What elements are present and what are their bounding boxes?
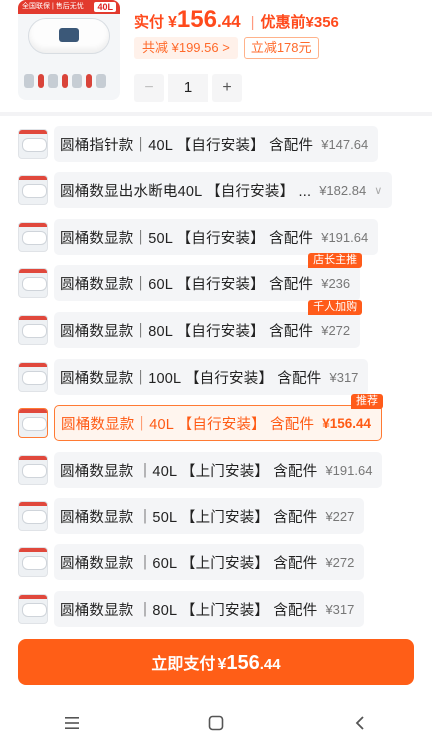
variant-name: 圆桶数显款｜100L 【自行安装】 含配件	[60, 370, 322, 387]
variant-option[interactable]: 圆桶数显款 ｜50L 【上门安装】 含配件 ¥227	[18, 498, 365, 534]
product-summary: 全国联保 | 售后无忧 40L 实付 ¥156.44 | 优惠前¥356 共减 ¥…	[0, 0, 432, 112]
home-square-icon[interactable]	[196, 703, 236, 743]
discount-row: 共减 ¥199.56 > 立减178元	[134, 37, 319, 59]
variant-thumbnail	[18, 268, 48, 298]
variant-option[interactable]: 圆桶数显款 ｜40L 【上门安装】 含配件 ¥191.64	[18, 452, 383, 488]
variant-thumbnail	[18, 362, 48, 392]
variant-option[interactable]: 圆桶数显款｜100L 【自行安装】 含配件 ¥317	[18, 359, 369, 395]
water-heater-illustration	[28, 18, 110, 54]
variant-price: ¥227	[325, 508, 355, 524]
variant-option[interactable]: 圆桶指针款｜40L 【自行安装】 含配件 ¥147.64	[18, 126, 379, 162]
variant-price: ¥317	[325, 601, 355, 617]
variant-pill[interactable]: 圆桶数显款｜50L 【自行安装】 含配件 ¥191.64	[54, 219, 379, 255]
product-image[interactable]: 全国联保 | 售后无忧 40L	[18, 0, 120, 100]
variant-name: 圆桶数显款 ｜40L 【上门安装】 含配件	[60, 463, 318, 480]
variant-pill[interactable]: 圆桶数显款｜100L 【自行安装】 含配件 ¥317	[54, 359, 369, 395]
price-row: 实付 ¥156.44 | 优惠前¥356	[134, 6, 339, 34]
variant-price: ¥191.64	[325, 462, 373, 478]
variant-option-selected[interactable]: 圆桶数显款｜40L 【自行安装】 含配件 ¥156.44 推荐	[18, 394, 384, 441]
variant-name: 圆桶数显款 ｜60L 【上门安装】 含配件	[60, 555, 318, 572]
quantity-stepper: − 1 +	[134, 74, 242, 102]
pay-amount-int: 156	[226, 652, 260, 674]
variant-thumbnail	[18, 222, 48, 252]
pay-amount-dec: .44	[259, 656, 281, 673]
variant-pill[interactable]: 圆桶数显款｜60L 【自行安装】 含配件 ¥236 店长主推	[54, 253, 363, 301]
variant-option[interactable]: 圆桶数显出水断电40L 【自行安装】 ... ¥182.84 ∨	[18, 172, 393, 208]
variant-option[interactable]: 圆桶数显款｜50L 【自行安装】 含配件 ¥191.64	[18, 219, 379, 255]
variant-tag: 店长主推	[308, 253, 363, 268]
variant-option[interactable]: 圆桶数显款 ｜60L 【上门安装】 含配件 ¥272	[18, 544, 365, 580]
back-icon[interactable]	[340, 703, 380, 743]
variant-pill[interactable]: 圆桶数显款 ｜60L 【上门安装】 含配件 ¥272	[54, 544, 365, 580]
variant-name: 圆桶数显款｜80L 【自行安装】 含配件	[60, 323, 314, 340]
variant-thumbnail	[18, 455, 48, 485]
variant-option[interactable]: 圆桶数显款｜80L 【自行安装】 含配件 ¥272 千人加购	[18, 300, 363, 348]
original-price: | 优惠前¥356	[250, 14, 339, 31]
variant-price: ¥236	[321, 275, 351, 291]
variant-tag: 千人加购	[308, 300, 363, 315]
accessories-illustration	[24, 74, 114, 92]
variant-price: ¥156.44	[322, 415, 372, 431]
variant-name: 圆桶数显款｜50L 【自行安装】 含配件	[60, 230, 314, 247]
variant-pill[interactable]: 圆桶指针款｜40L 【自行安装】 含配件 ¥147.64	[54, 126, 379, 162]
total-discount-button[interactable]: 共减 ¥199.56 >	[134, 37, 238, 59]
variant-price: ¥272	[321, 322, 351, 338]
variant-name: 圆桶数显款 ｜50L 【上门安装】 含配件	[60, 509, 318, 526]
variant-pill[interactable]: 圆桶数显款｜80L 【自行安装】 含配件 ¥272 千人加购	[54, 300, 363, 348]
pay-now-button[interactable]: 立即支付 ¥ 156 .44	[18, 639, 414, 685]
variant-thumbnail	[18, 594, 48, 624]
variant-price: ¥317	[329, 369, 359, 385]
instant-discount-badge: 立减178元	[243, 37, 319, 59]
variant-name: 圆桶数显款｜60L 【自行安装】 含配件	[60, 276, 314, 293]
variant-price: ¥147.64	[321, 136, 369, 152]
variant-tag: 推荐	[351, 394, 384, 409]
variant-price: ¥182.84	[319, 182, 367, 198]
variant-price: ¥272	[325, 554, 355, 570]
variant-name: 圆桶数显出水断电40L 【自行安装】 ...	[60, 183, 312, 200]
actual-price: ¥156.44	[168, 6, 241, 33]
variant-thumbnail	[18, 547, 48, 577]
pay-currency: ¥	[217, 656, 227, 673]
variant-pill[interactable]: 圆桶数显款 ｜80L 【上门安装】 含配件 ¥317	[54, 591, 365, 627]
variant-option[interactable]: 圆桶数显款｜60L 【自行安装】 含配件 ¥236 店长主推	[18, 253, 363, 301]
increase-quantity-button[interactable]: +	[212, 74, 242, 102]
chevron-down-icon[interactable]: ∨	[374, 184, 382, 197]
variant-name: 圆桶指针款｜40L 【自行安装】 含配件	[60, 137, 314, 154]
quantity-input[interactable]: 1	[168, 74, 208, 102]
variant-name: 圆桶数显款｜40L 【自行安装】 含配件	[61, 416, 315, 433]
variant-thumbnail	[18, 408, 48, 438]
section-divider	[0, 112, 432, 116]
actual-pay-label: 实付	[134, 14, 165, 31]
variant-pill[interactable]: 圆桶数显款｜40L 【自行安装】 含配件 ¥156.44 推荐	[54, 394, 384, 441]
variant-thumbnail	[18, 501, 48, 531]
variant-thumbnail	[18, 175, 48, 205]
variant-option[interactable]: 圆桶数显款 ｜80L 【上门安装】 含配件 ¥317	[18, 591, 365, 627]
decrease-quantity-button[interactable]: −	[134, 74, 164, 102]
menu-icon[interactable]	[52, 703, 92, 743]
variant-pill[interactable]: 圆桶数显出水断电40L 【自行安装】 ... ¥182.84 ∨	[54, 172, 393, 208]
variant-thumbnail	[18, 129, 48, 159]
variant-thumbnail	[18, 315, 48, 345]
pay-now-label: 立即支付	[151, 656, 216, 673]
variant-pill[interactable]: 圆桶数显款 ｜50L 【上门安装】 含配件 ¥227	[54, 498, 365, 534]
system-navbar	[0, 700, 432, 746]
variant-pill[interactable]: 圆桶数显款 ｜40L 【上门安装】 含配件 ¥191.64	[54, 452, 383, 488]
variant-price: ¥191.64	[321, 229, 369, 245]
variant-name: 圆桶数显款 ｜80L 【上门安装】 含配件	[60, 602, 318, 619]
product-image-capacity: 40L	[94, 2, 116, 12]
